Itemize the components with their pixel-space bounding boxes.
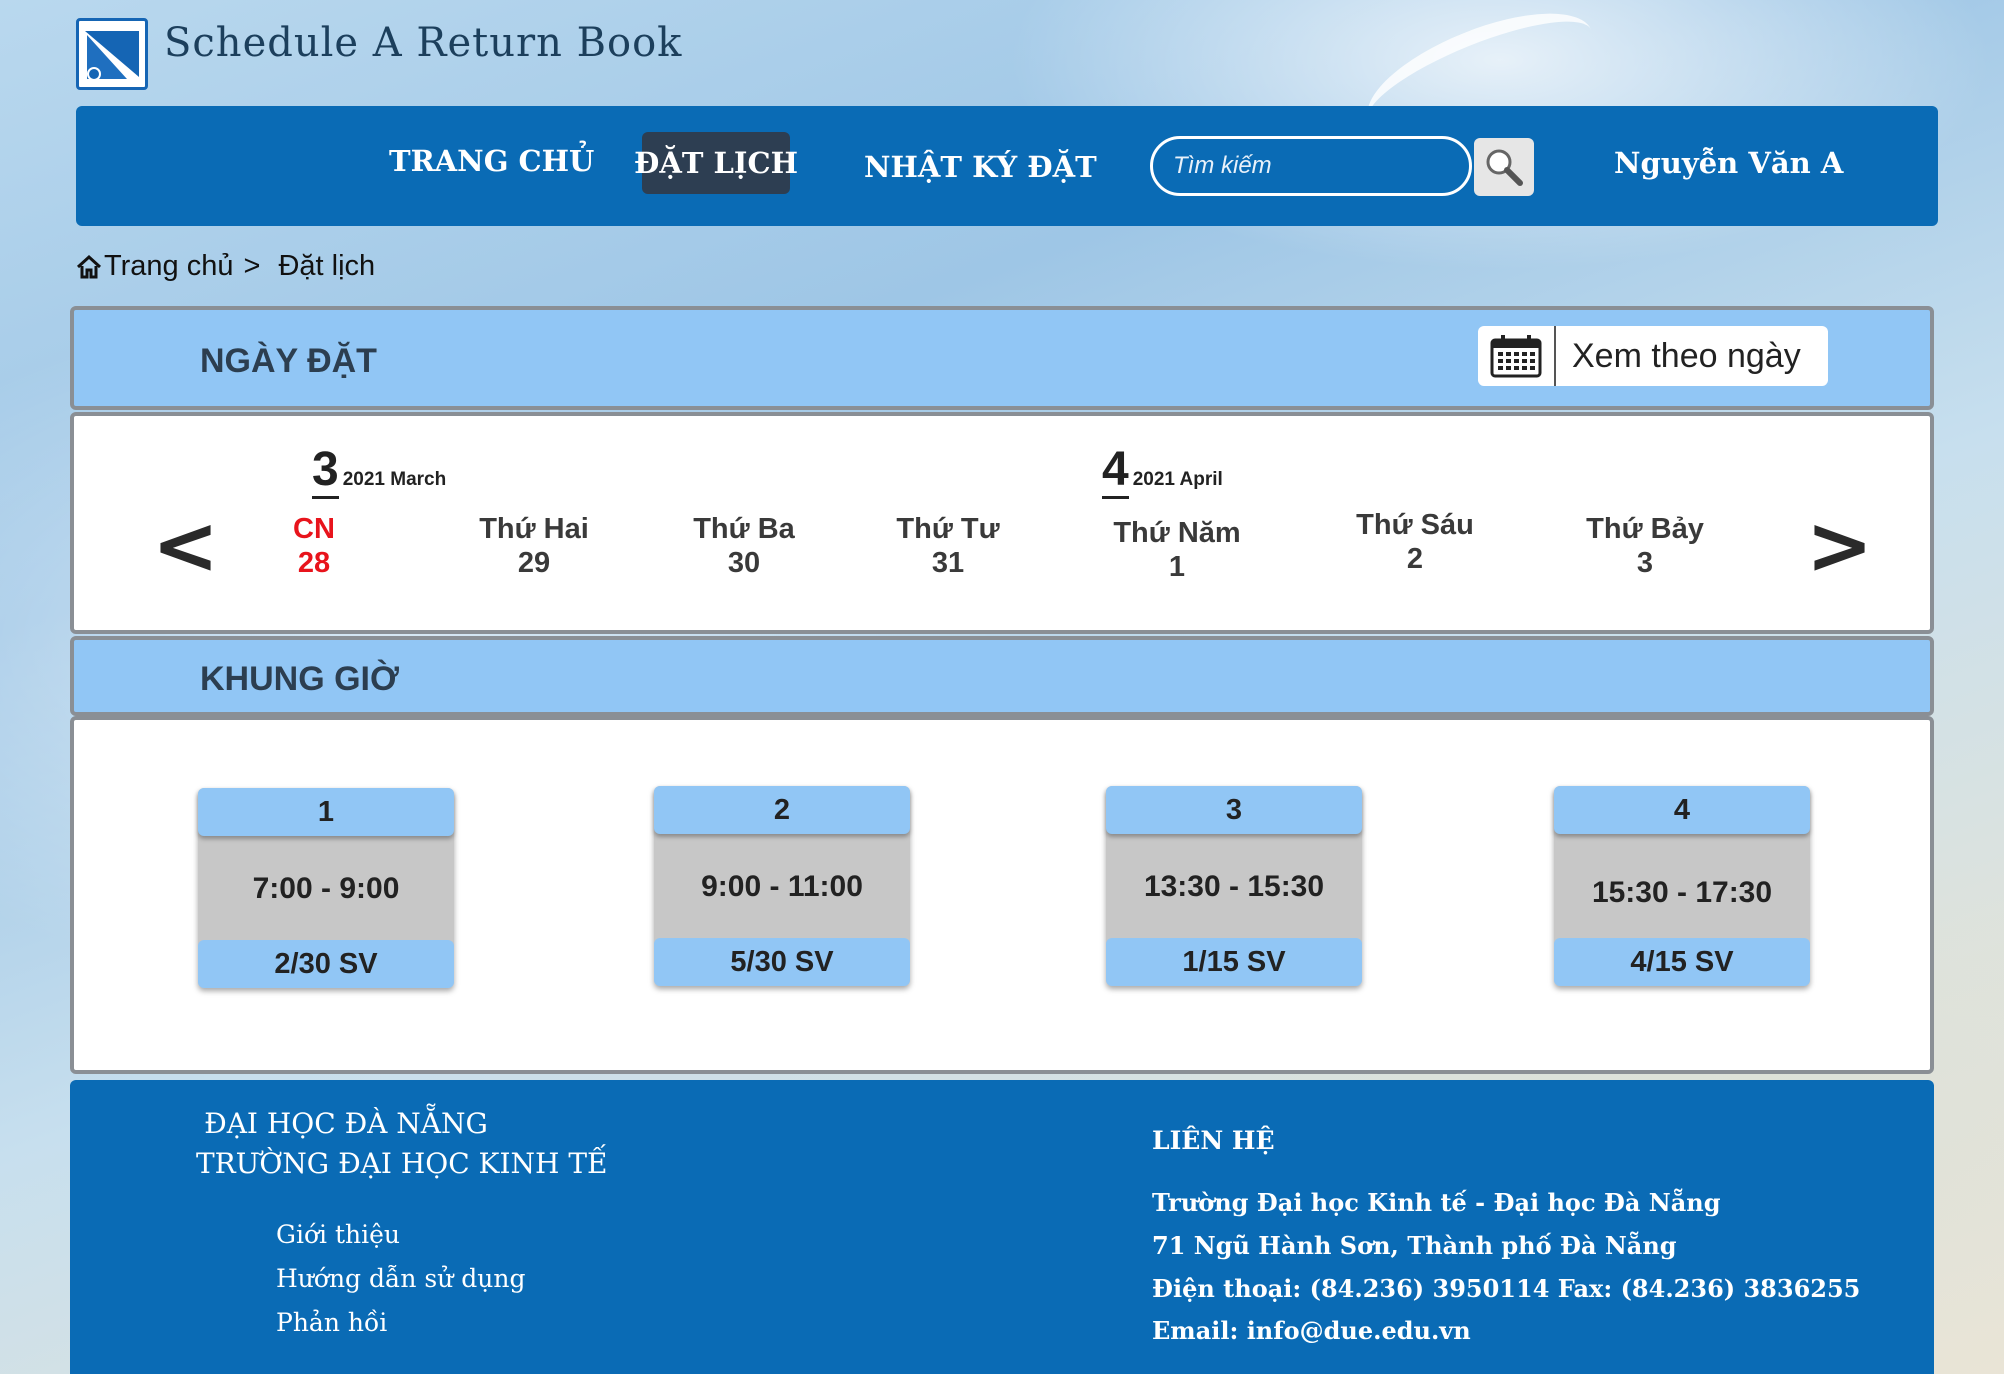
- day-name: Thứ Năm: [1113, 517, 1241, 549]
- day-name: Thứ Ba: [693, 513, 795, 545]
- navbar: TRANG CHỦ ĐẶT LỊCH NHẬT KÝ ĐẶT Nguyễn Vă…: [76, 106, 1938, 226]
- timeslot-time: 15:30 - 17:30: [1591, 876, 1773, 909]
- home-icon: [76, 254, 102, 278]
- university-logo: [76, 18, 148, 90]
- day-name: Thứ Bảy: [1586, 513, 1704, 545]
- day-thursday[interactable]: Thứ Năm 1: [1092, 516, 1262, 584]
- timeslot-card[interactable]: 3 13:30 - 15:30 1/15 SV: [1106, 786, 1362, 986]
- day-date: 2: [1406, 543, 1424, 575]
- day-date: 31: [931, 547, 965, 579]
- view-by-day-label: Xem theo ngày: [1572, 336, 1801, 375]
- month-year: 2021 March: [342, 469, 447, 490]
- day-wednesday[interactable]: Thứ Tư 31: [868, 512, 1028, 580]
- month-label-april: 4 2021 April: [1102, 446, 1223, 499]
- timeslot-time: 7:00 - 9:00: [252, 872, 400, 905]
- footer: ĐẠI HỌC ĐÀ NẴNG TRƯỜNG ĐẠI HỌC KINH TẾ G…: [70, 1080, 1934, 1374]
- day-date: 30: [727, 547, 761, 579]
- month-year: 2021 April: [1132, 469, 1223, 490]
- footer-contact-line: 71 Ngũ Hành Sơn, Thành phố Đà Nẵng: [1152, 1231, 1677, 1260]
- day-tuesday[interactable]: Thứ Ba 30: [664, 512, 824, 580]
- timeslot-panel-body: 1 7:00 - 9:00 2/30 SV 2 9:00 - 11:00 5/3…: [70, 716, 1934, 1074]
- footer-contact-email[interactable]: Email: info@due.edu.vn: [1152, 1316, 1471, 1345]
- app-title: Schedule A Return Book: [164, 20, 683, 66]
- date-panel-body: < > 3 2021 March 4 2021 April CN 28 Thứ …: [70, 412, 1934, 634]
- day-name: Thứ Tư: [896, 513, 1000, 545]
- month-number: 4: [1102, 446, 1129, 499]
- timeslot-panel-title: KHUNG GIỜ: [200, 660, 400, 698]
- day-date: 28: [297, 547, 331, 579]
- footer-university-line1: ĐẠI HỌC ĐÀ NẴNG: [204, 1107, 488, 1140]
- timeslot-panel-header: KHUNG GIỜ: [70, 636, 1934, 716]
- day-date: 1: [1168, 551, 1186, 583]
- search-icon: [1486, 149, 1523, 186]
- next-week-button[interactable]: >: [1806, 506, 1873, 586]
- footer-link-feedback[interactable]: Phản hồi: [276, 1308, 387, 1337]
- day-date: 29: [517, 547, 551, 579]
- footer-contact-line: Trường Đại học Kinh tế - Đại học Đà Nẵng: [1152, 1188, 1721, 1217]
- timeslot-number: 1: [198, 788, 454, 836]
- timeslot-capacity: 5/30 SV: [654, 938, 910, 986]
- breadcrumb-current: Đặt lịch: [278, 250, 376, 282]
- footer-university-line2: TRƯỜNG ĐẠI HỌC KINH TẾ: [196, 1147, 608, 1180]
- prev-week-button[interactable]: <: [152, 506, 219, 586]
- footer-contact-line: Điện thoại: (84.236) 3950114 Fax: (84.23…: [1152, 1274, 1861, 1303]
- view-by-day-button[interactable]: Xem theo ngày: [1478, 326, 1828, 386]
- timeslot-time: 13:30 - 15:30: [1143, 870, 1325, 903]
- nav-history[interactable]: NHẬT KÝ ĐẶT: [864, 150, 1097, 184]
- day-saturday[interactable]: Thứ Bảy 3: [1560, 512, 1730, 580]
- nav-booking[interactable]: ĐẶT LỊCH: [634, 132, 798, 194]
- day-name: CN: [293, 513, 335, 545]
- day-monday[interactable]: Thứ Hai 29: [454, 512, 614, 580]
- search-input[interactable]: [1150, 136, 1472, 196]
- nav-home[interactable]: TRANG CHỦ: [389, 144, 594, 178]
- timeslot-number: 4: [1554, 786, 1810, 834]
- day-date: 3: [1636, 547, 1654, 579]
- timeslot-capacity: 1/15 SV: [1106, 938, 1362, 986]
- timeslot-card[interactable]: 4 15:30 - 17:30 4/15 SV: [1554, 786, 1810, 986]
- timeslot-number: 2: [654, 786, 910, 834]
- footer-link-guide[interactable]: Hướng dẫn sử dụng: [276, 1264, 525, 1293]
- day-sunday[interactable]: CN 28: [254, 512, 374, 580]
- timeslot-capacity: 2/30 SV: [198, 940, 454, 988]
- search-button[interactable]: [1474, 138, 1534, 196]
- timeslot-card[interactable]: 1 7:00 - 9:00 2/30 SV: [198, 788, 454, 988]
- breadcrumb-separator: >: [243, 250, 261, 282]
- date-panel-header: NGÀY ĐẶT Xem theo ngày: [70, 306, 1934, 410]
- day-name: Thứ Hai: [479, 513, 589, 545]
- breadcrumb-home[interactable]: Trang chủ: [104, 250, 234, 283]
- breadcrumb: Trang chủ > Đặt lịch: [76, 250, 375, 283]
- footer-contact-title: LIÊN HỆ: [1152, 1126, 1275, 1155]
- calendar-icon: [1478, 326, 1556, 386]
- month-number: 3: [312, 446, 339, 499]
- footer-university: ĐẠI HỌC ĐÀ NẴNG TRƯỜNG ĐẠI HỌC KINH TẾ: [196, 1104, 608, 1184]
- timeslot-card[interactable]: 2 9:00 - 11:00 5/30 SV: [654, 786, 910, 986]
- timeslot-capacity: 4/15 SV: [1554, 938, 1810, 986]
- month-label-march: 3 2021 March: [312, 446, 446, 499]
- timeslot-number: 3: [1106, 786, 1362, 834]
- user-name[interactable]: Nguyễn Văn A: [1614, 146, 1843, 180]
- timeslot-time: 9:00 - 11:00: [701, 870, 863, 903]
- footer-link-intro[interactable]: Giới thiệu: [276, 1220, 400, 1249]
- day-name: Thứ Sáu: [1356, 509, 1474, 541]
- day-friday[interactable]: Thứ Sáu 2: [1330, 508, 1500, 576]
- date-panel-title: NGÀY ĐẶT: [200, 342, 377, 380]
